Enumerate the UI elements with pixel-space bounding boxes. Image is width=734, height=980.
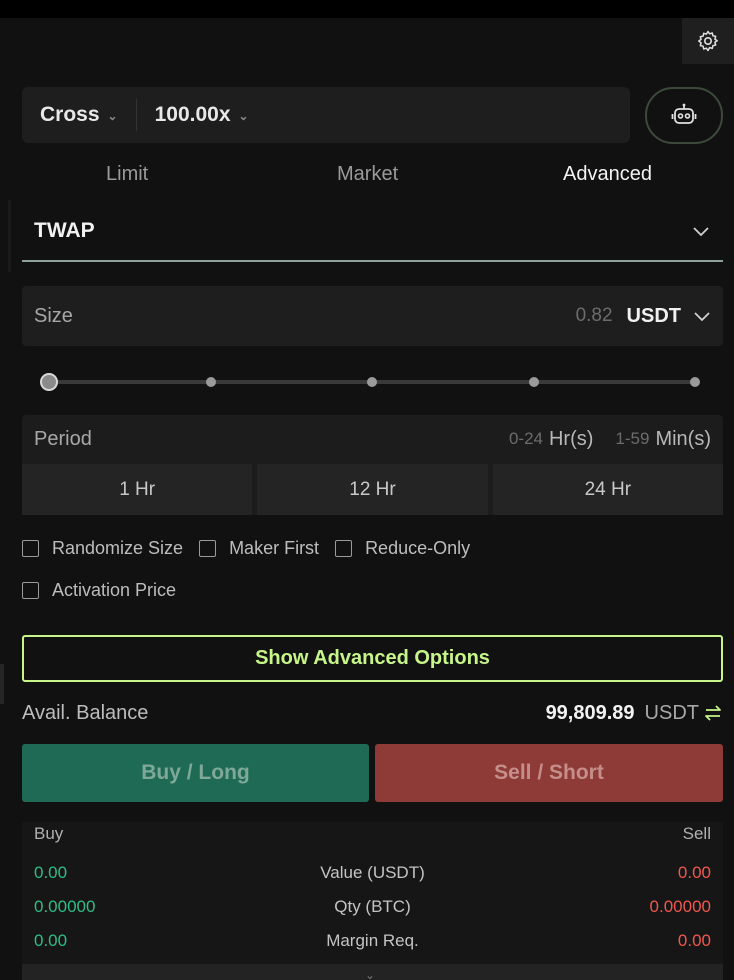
trading-bot-button[interactable]: [645, 87, 723, 144]
slider-stop[interactable]: [529, 377, 539, 387]
activation-price-checkbox[interactable]: Activation Price: [22, 580, 176, 601]
row-label: Margin Req.: [326, 931, 419, 950]
sell-margin: 0.00: [677, 931, 711, 950]
slider-stop[interactable]: [367, 377, 377, 387]
row-label: Qty (BTC): [334, 897, 411, 916]
chevron-down-icon: [693, 227, 709, 237]
buy-qty: 0.00000: [34, 897, 96, 916]
size-slider[interactable]: [40, 372, 700, 392]
tab-market[interactable]: Market: [337, 163, 398, 186]
slider-handle[interactable]: [40, 373, 58, 391]
buy-value: 0.00: [34, 863, 68, 882]
side-panel-handle[interactable]: [0, 664, 4, 704]
sell-short-button[interactable]: Sell / Short: [375, 744, 723, 802]
slider-stop[interactable]: [690, 377, 700, 387]
period-section: Period 0-24 Hr(s) 1-59 Min(s) 1 Hr 12 Hr…: [22, 415, 723, 515]
period-preset-1hr[interactable]: 1 Hr: [22, 464, 253, 515]
chevron-down-icon: ⌄: [365, 968, 376, 980]
minutes-input[interactable]: Min(s): [655, 428, 711, 451]
margin-leverage-bar: Cross ⌄ 100.00x ⌄: [22, 87, 630, 143]
strategy-select[interactable]: TWAP: [22, 202, 723, 262]
summary-row-qty: 0.00000 Qty (BTC) 0.00000: [34, 896, 711, 918]
period-label: Period: [34, 427, 92, 450]
top-bar: [0, 0, 734, 18]
margin-mode-select[interactable]: Cross ⌄: [22, 87, 118, 143]
randomize-size-label: Randomize Size: [52, 537, 184, 558]
maker-first-checkbox[interactable]: Maker First: [199, 538, 319, 559]
order-type-tabs: Limit Market Advanced: [0, 163, 734, 199]
strategy-value: TWAP: [34, 219, 95, 242]
transfer-icon[interactable]: [703, 704, 723, 722]
period-preset-12hr[interactable]: 12 Hr: [257, 464, 488, 515]
balance-currency: USDT: [644, 701, 699, 724]
balance-label: Avail. Balance: [22, 701, 149, 724]
sell-qty: 0.00000: [649, 897, 711, 916]
chevron-down-icon: ⌄: [238, 109, 249, 123]
tab-limit[interactable]: Limit: [106, 163, 148, 186]
minutes-range: 1-59: [615, 429, 650, 448]
buy-long-button[interactable]: Buy / Long: [22, 744, 369, 802]
available-balance: Avail. Balance 99,809.89 USDT: [22, 700, 723, 726]
size-label: Size: [34, 304, 73, 327]
period-preset-24hr[interactable]: 24 Hr: [492, 464, 723, 515]
summary-buy-header: Buy: [34, 824, 64, 843]
settings-button[interactable]: [682, 18, 734, 64]
order-summary: Buy Sell 0.00 Value (USDT) 0.00 0.00000 …: [22, 822, 723, 980]
side-indicator: [8, 200, 11, 272]
robot-icon: [671, 103, 697, 124]
size-unit-select[interactable]: USDT: [627, 305, 681, 328]
checkbox-icon[interactable]: [22, 581, 39, 599]
tab-advanced[interactable]: Advanced: [563, 163, 652, 186]
checkbox-icon[interactable]: [199, 539, 217, 557]
checkbox-icon[interactable]: [335, 539, 353, 557]
buy-margin: 0.00: [34, 931, 68, 950]
balance-amount: 99,809.89: [545, 701, 635, 724]
row-label: Value (USDT): [320, 863, 425, 882]
expand-panel-toggle[interactable]: ⌄: [22, 964, 723, 980]
leverage-value: 100.00x: [154, 103, 231, 126]
reduce-only-label: Reduce-Only: [365, 537, 471, 558]
order-options: Randomize Size Maker First Reduce-Only A…: [22, 536, 722, 620]
chevron-down-icon[interactable]: [693, 307, 711, 325]
summary-row-value: 0.00 Value (USDT) 0.00: [34, 862, 711, 884]
hours-range: 0-24: [508, 429, 543, 448]
margin-mode-value: Cross: [40, 103, 100, 126]
hours-input[interactable]: Hr(s): [549, 428, 593, 451]
reduce-only-checkbox[interactable]: Reduce-Only: [335, 538, 470, 559]
summary-sell-header: Sell: [682, 824, 711, 843]
gear-icon: [698, 30, 718, 52]
show-advanced-options-button[interactable]: Show Advanced Options: [22, 635, 723, 682]
randomize-size-checkbox[interactable]: Randomize Size: [22, 538, 183, 559]
summary-row-margin: 0.00 Margin Req. 0.00: [34, 930, 711, 952]
size-input[interactable]: Size 0.82 USDT: [22, 286, 723, 346]
size-value: 0.82: [575, 305, 613, 326]
checkbox-icon[interactable]: [22, 539, 39, 557]
leverage-select[interactable]: 100.00x ⌄: [137, 87, 249, 143]
sell-value: 0.00: [677, 863, 711, 882]
chevron-down-icon: ⌄: [107, 109, 118, 123]
maker-first-label: Maker First: [229, 537, 320, 558]
activation-price-label: Activation Price: [52, 579, 177, 600]
slider-stop[interactable]: [206, 377, 216, 387]
